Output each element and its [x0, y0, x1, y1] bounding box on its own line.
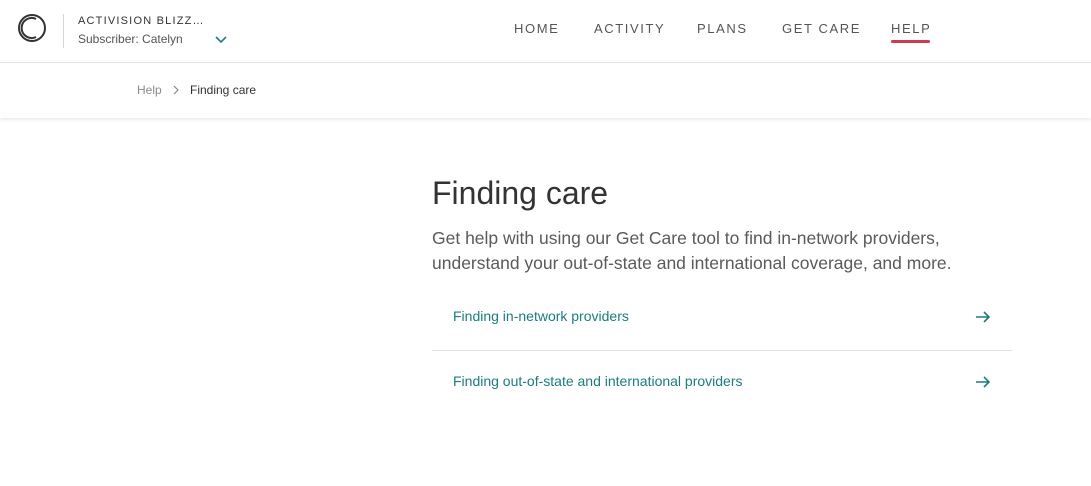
page-subtitle: Get help with using our Get Care tool to… [432, 228, 952, 273]
nav-home[interactable]: HOME [514, 21, 559, 36]
nav-activity[interactable]: ACTIVITY [594, 21, 665, 36]
link-label[interactable]: Finding out-of-state and international p… [453, 373, 743, 389]
link-out-of-state-providers[interactable]: Finding out-of-state and international p… [432, 350, 1012, 415]
top-navigation-bar: ACTIVISION BLIZZ… Subscriber: Catelyn HO… [0, 0, 1091, 63]
arrow-right-icon[interactable] [975, 375, 991, 389]
organization-name[interactable]: ACTIVISION BLIZZ… [78, 15, 205, 27]
subscriber-name[interactable]: Subscriber: Catelyn [78, 32, 183, 46]
chevron-right-icon [173, 85, 179, 95]
nav-get-care[interactable]: GET CARE [782, 21, 861, 36]
page-title: Finding care [432, 175, 609, 211]
header-divider [63, 14, 64, 48]
breadcrumb-help-link[interactable]: Help [137, 83, 162, 97]
breadcrumb: Help Finding care [0, 63, 1091, 118]
arrow-right-icon[interactable] [975, 310, 991, 324]
nav-help[interactable]: HELP [891, 21, 931, 36]
active-nav-indicator [891, 40, 930, 43]
nav-plans[interactable]: PLANS [697, 21, 748, 36]
logo-icon[interactable] [17, 13, 47, 43]
chevron-down-icon[interactable] [214, 35, 228, 45]
link-label[interactable]: Finding in-network providers [453, 308, 629, 324]
breadcrumb-current: Finding care [190, 83, 257, 97]
link-in-network-providers[interactable]: Finding in-network providers [432, 285, 1012, 350]
